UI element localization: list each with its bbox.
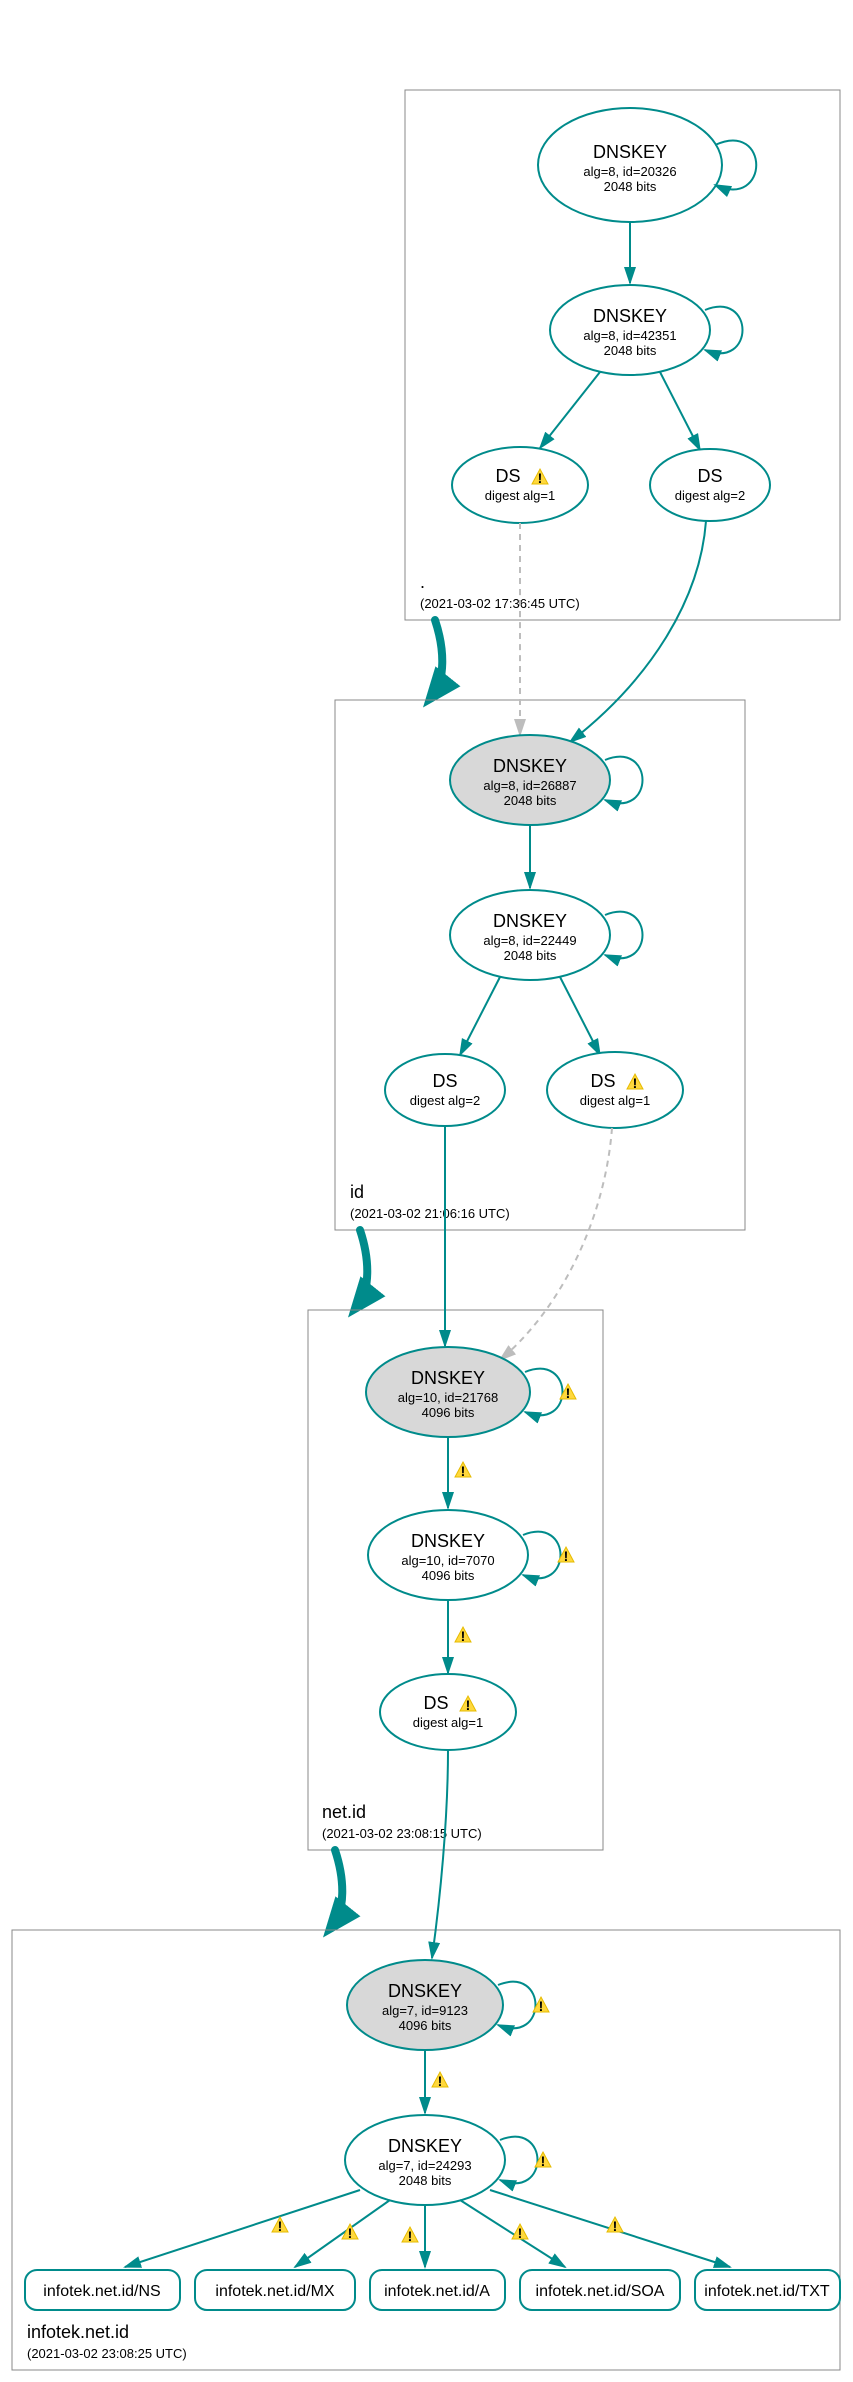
node-rr-mx: infotek.net.id/MX xyxy=(195,2270,355,2310)
svg-text:4096 bits: 4096 bits xyxy=(399,2018,452,2033)
svg-text:infotek.net.id/TXT: infotek.net.id/TXT xyxy=(704,2283,830,2300)
edge-rootzsk-ds2 xyxy=(660,372,700,450)
node-netid-ksk: DNSKEY alg=10, id=21768 4096 bits xyxy=(366,1347,530,1437)
node-id-ds1: DS digest alg=1 xyxy=(547,1052,683,1128)
svg-text:4096 bits: 4096 bits xyxy=(422,1405,475,1420)
svg-text:infotek.net.id/A: infotek.net.id/A xyxy=(384,2283,490,2300)
svg-text:DS: DS xyxy=(495,466,520,486)
svg-text:DS: DS xyxy=(432,1071,457,1091)
svg-text:digest alg=1: digest alg=1 xyxy=(413,1715,483,1730)
svg-text:DNSKEY: DNSKEY xyxy=(593,142,667,162)
warning-icon xyxy=(432,2072,448,2089)
svg-text:DNSKEY: DNSKEY xyxy=(388,1981,462,2001)
svg-text:alg=8, id=42351: alg=8, id=42351 xyxy=(583,328,676,343)
node-netid-zsk: DNSKEY alg=10, id=7070 4096 bits xyxy=(368,1510,528,1600)
node-infotek-ksk: DNSKEY alg=7, id=9123 4096 bits xyxy=(347,1960,503,2050)
zone-root-name: . xyxy=(420,572,425,592)
edge-rootzsk-ds1 xyxy=(540,372,600,448)
node-id-ds2: DS digest alg=2 xyxy=(385,1054,505,1126)
svg-text:2048 bits: 2048 bits xyxy=(604,343,657,358)
svg-text:digest alg=2: digest alg=2 xyxy=(410,1093,480,1108)
warning-icon xyxy=(402,2227,418,2244)
svg-text:4096 bits: 4096 bits xyxy=(422,1568,475,1583)
svg-text:2048 bits: 2048 bits xyxy=(604,179,657,194)
svg-text:DNSKEY: DNSKEY xyxy=(411,1531,485,1551)
edge-rootds2-idksk xyxy=(570,521,706,742)
zone-infotek-name: infotek.net.id xyxy=(27,2322,129,2342)
edge-zsk-mx xyxy=(295,2200,390,2267)
edge-netidds-infotekksk xyxy=(432,1750,448,1958)
svg-text:infotek.net.id/SOA: infotek.net.id/SOA xyxy=(536,2283,665,2300)
svg-text:2048 bits: 2048 bits xyxy=(504,793,557,808)
node-root-zsk: DNSKEY alg=8, id=42351 2048 bits xyxy=(550,285,710,375)
edge-idzsk-ds1 xyxy=(560,977,600,1055)
node-infotek-zsk: DNSKEY alg=7, id=24293 2048 bits xyxy=(345,2115,505,2205)
warning-icon xyxy=(455,1627,471,1644)
svg-text:DS: DS xyxy=(423,1693,448,1713)
svg-text:alg=8, id=26887: alg=8, id=26887 xyxy=(483,778,576,793)
svg-text:DS: DS xyxy=(697,466,722,486)
edge-idds1-netidksk xyxy=(500,1128,612,1360)
svg-text:DNSKEY: DNSKEY xyxy=(411,1368,485,1388)
svg-text:DS: DS xyxy=(590,1071,615,1091)
svg-text:infotek.net.id/NS: infotek.net.id/NS xyxy=(43,2283,160,2300)
zone-netid-name: net.id xyxy=(322,1802,366,1822)
node-root-ds1: DS digest alg=1 xyxy=(452,447,588,523)
warning-icon xyxy=(272,2217,288,2234)
node-rr-ns: infotek.net.id/NS xyxy=(25,2270,180,2310)
node-rr-txt: infotek.net.id/TXT xyxy=(695,2270,840,2310)
node-root-ds2: DS digest alg=2 xyxy=(650,449,770,521)
svg-text:2048 bits: 2048 bits xyxy=(399,2173,452,2188)
svg-text:digest alg=1: digest alg=1 xyxy=(580,1093,650,1108)
svg-text:alg=7, id=9123: alg=7, id=9123 xyxy=(382,2003,468,2018)
node-id-zsk: DNSKEY alg=8, id=22449 2048 bits xyxy=(450,890,610,980)
zone-id-name: id xyxy=(350,1182,364,1202)
svg-text:infotek.net.id/MX: infotek.net.id/MX xyxy=(215,2283,335,2300)
zone-id-ts: (2021-03-02 21:06:16 UTC) xyxy=(350,1206,510,1221)
zone-infotek-ts: (2021-03-02 23:08:25 UTC) xyxy=(27,2346,187,2361)
svg-text:DNSKEY: DNSKEY xyxy=(493,911,567,931)
node-rr-a: infotek.net.id/A xyxy=(370,2270,505,2310)
svg-text:alg=10, id=21768: alg=10, id=21768 xyxy=(398,1390,498,1405)
node-rr-soa: infotek.net.id/SOA xyxy=(520,2270,680,2310)
svg-text:DNSKEY: DNSKEY xyxy=(388,2136,462,2156)
svg-text:alg=8, id=20326: alg=8, id=20326 xyxy=(583,164,676,179)
svg-text:DNSKEY: DNSKEY xyxy=(493,756,567,776)
svg-text:digest alg=2: digest alg=2 xyxy=(675,488,745,503)
node-id-ksk: DNSKEY alg=8, id=26887 2048 bits xyxy=(450,735,610,825)
svg-text:2048 bits: 2048 bits xyxy=(504,948,557,963)
node-root-ksk: DNSKEY alg=8, id=20326 2048 bits xyxy=(538,108,722,222)
edge-deleg-root-id xyxy=(433,620,442,695)
warning-icon xyxy=(455,1462,471,1479)
zone-netid-ts: (2021-03-02 23:08:15 UTC) xyxy=(322,1826,482,1841)
warning-icon xyxy=(512,2224,528,2241)
svg-text:DNSKEY: DNSKEY xyxy=(593,306,667,326)
edge-deleg-id-netid xyxy=(358,1230,367,1305)
dnssec-chain-diagram: ! . (2021-03-02 17:36:45 UTC) DNSKEY alg… xyxy=(0,0,853,2382)
edge-deleg-netid-infotek xyxy=(333,1850,342,1925)
svg-text:digest alg=1: digest alg=1 xyxy=(485,488,555,503)
svg-text:alg=7, id=24293: alg=7, id=24293 xyxy=(378,2158,471,2173)
svg-text:alg=10, id=7070: alg=10, id=7070 xyxy=(401,1553,494,1568)
node-netid-ds1: DS digest alg=1 xyxy=(380,1674,516,1750)
warning-icon xyxy=(607,2217,623,2234)
edge-idzsk-ds2 xyxy=(460,977,500,1055)
zone-root-ts: (2021-03-02 17:36:45 UTC) xyxy=(420,596,580,611)
edge-zsk-ns xyxy=(125,2190,360,2267)
svg-text:alg=8, id=22449: alg=8, id=22449 xyxy=(483,933,576,948)
